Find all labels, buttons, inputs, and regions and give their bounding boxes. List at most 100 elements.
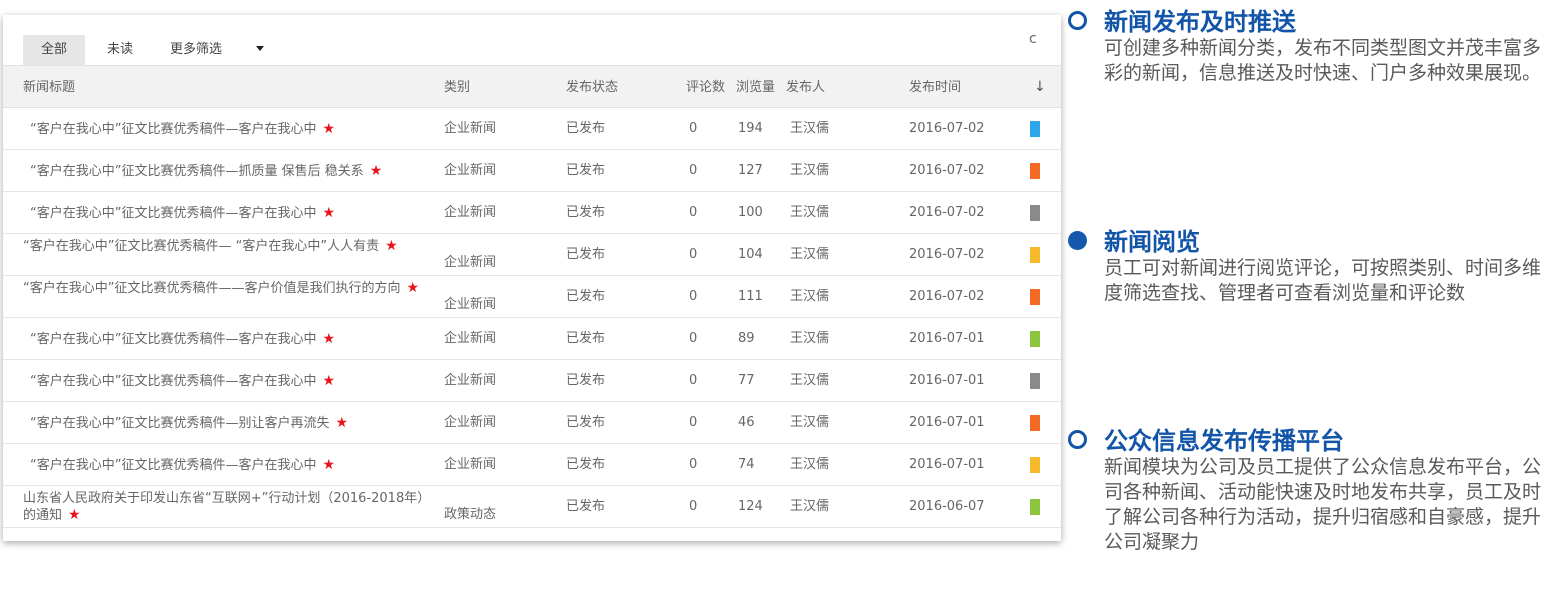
category-cell: 企业新闻 [444, 415, 497, 430]
refresh-icon[interactable]: c [1029, 31, 1037, 47]
news-title-link[interactable]: “客户在我心中”征文比赛优秀稿件—客户在我心中 ★ [30, 360, 440, 402]
category-cell: 企业新闻 [444, 457, 497, 472]
feature-description: 可创建多种新闻分类，发布不同类型图文并茂丰富多彩的新闻，信息推送及时快速、门户多… [1104, 37, 1542, 84]
views-cell: 111 [738, 289, 763, 304]
views-cell: 194 [738, 121, 763, 136]
news-title[interactable]: “客户在我心中”征文比赛优秀稿件—客户在我心中 [30, 332, 316, 347]
news-title[interactable]: “客户在我心中”征文比赛优秀稿件—抓质量 保售后 稳关系 [30, 164, 364, 179]
comments-cell: 0 [689, 163, 698, 178]
table-row[interactable]: 山东省人民政府关于印发山东省“互联网+”行动计划（2016-2018年）的通知 ★… [3, 486, 1061, 528]
news-title-link[interactable]: “客户在我心中”征文比赛优秀稿件—客户在我心中 ★ [30, 192, 440, 234]
tab-unread[interactable]: 未读 [91, 35, 149, 65]
column-author[interactable]: 发布人 [786, 66, 825, 109]
tab-more-filters[interactable]: 更多筛选 [153, 35, 239, 65]
feature-title: 新闻发布及时推送 [1104, 8, 1296, 36]
row-color-marker [1030, 331, 1040, 347]
comments-cell: 0 [689, 247, 698, 262]
feature-description: 员工可对新闻进行阅览评论，可按照类别、时间多维度筛选查找、管理者可查看浏览量和评… [1104, 257, 1542, 304]
column-date[interactable]: 发布时间 [909, 66, 961, 109]
news-title[interactable]: “客户在我心中”征文比赛优秀稿件—别让客户再流失 [30, 416, 329, 431]
row-color-marker [1030, 163, 1040, 179]
star-icon: ★ [322, 457, 336, 473]
category-cell: 企业新闻 [444, 121, 497, 136]
star-icon: ★ [406, 280, 420, 296]
news-title[interactable]: “客户在我心中”征文比赛优秀稿件— “客户在我心中”人人有责 [23, 239, 379, 254]
row-color-marker [1030, 247, 1040, 263]
tab-all[interactable]: 全部 [23, 35, 85, 65]
views-cell: 104 [738, 247, 763, 262]
column-views[interactable]: 浏览量 [736, 66, 775, 109]
table-row[interactable]: “客户在我心中”征文比赛优秀稿件—客户在我心中 ★ 企业新闻 已发布 0 74 王… [3, 444, 1061, 486]
row-color-marker [1030, 289, 1040, 305]
column-title[interactable]: 新闻标题 [23, 66, 75, 109]
views-cell: 74 [738, 457, 755, 472]
author-cell: 王汉儒 [790, 247, 830, 262]
table-row[interactable]: “客户在我心中”征文比赛优秀稿件—客户在我心中 ★ 企业新闻 已发布 0 194 … [3, 108, 1061, 150]
feature-publish: 新闻发布及时推送 可创建多种新闻分类，发布不同类型图文并茂丰富多彩的新闻，信息推… [1066, 2, 1550, 86]
comments-cell: 0 [689, 373, 698, 388]
news-table-body: “客户在我心中”征文比赛优秀稿件—客户在我心中 ★ 企业新闻 已发布 0 194 … [3, 108, 1061, 528]
news-title-link[interactable]: “客户在我心中”征文比赛优秀稿件—客户在我心中 ★ [30, 444, 440, 486]
filter-toolbar: 全部 未读 更多筛选 c [3, 15, 1061, 65]
category-cell: 政策动态 [444, 507, 497, 522]
circle-bullet-icon [1068, 231, 1087, 250]
news-title-link[interactable]: “客户在我心中”征文比赛优秀稿件—别让客户再流失 ★ [30, 402, 440, 444]
news-title-link[interactable]: “客户在我心中”征文比赛优秀稿件—客户在我心中 ★ [30, 318, 440, 360]
status-cell: 已发布 [566, 331, 606, 346]
feature-description: 新闻模块为公司及员工提供了公众信息发布平台，公司各种新闻、活动能快速及时地发布共… [1104, 456, 1542, 553]
news-title[interactable]: “客户在我心中”征文比赛优秀稿件—客户在我心中 [30, 206, 316, 221]
star-icon: ★ [322, 373, 336, 389]
sort-icon[interactable]: ↓ [1034, 66, 1046, 109]
star-icon: ★ [385, 238, 398, 254]
author-cell: 王汉儒 [790, 121, 830, 136]
news-title[interactable]: “客户在我心中”征文比赛优秀稿件—客户在我心中 [30, 122, 316, 137]
star-icon: ★ [335, 415, 349, 431]
star-icon: ★ [322, 121, 336, 137]
news-title-link[interactable]: “客户在我心中”征文比赛优秀稿件— “客户在我心中”人人有责 ★ [23, 234, 443, 276]
column-category[interactable]: 类别 [444, 66, 470, 109]
news-title-link[interactable]: “客户在我心中”征文比赛优秀稿件——客户价值是我们执行的方向 ★ [23, 276, 443, 318]
news-title[interactable]: “客户在我心中”征文比赛优秀稿件—客户在我心中 [30, 458, 316, 473]
star-icon: ★ [369, 163, 383, 179]
comments-cell: 0 [689, 289, 698, 304]
table-row[interactable]: “客户在我心中”征文比赛优秀稿件—抓质量 保售后 稳关系 ★ 企业新闻 已发布 0… [3, 150, 1061, 192]
author-cell: 王汉儒 [790, 331, 830, 346]
author-cell: 王汉儒 [790, 457, 830, 472]
news-title-link[interactable]: “客户在我心中”征文比赛优秀稿件—抓质量 保售后 稳关系 ★ [30, 150, 440, 192]
table-row[interactable]: “客户在我心中”征文比赛优秀稿件—客户在我心中 ★ 企业新闻 已发布 0 89 王… [3, 318, 1061, 360]
table-row[interactable]: “客户在我心中”征文比赛优秀稿件—客户在我心中 ★ 企业新闻 已发布 0 100 … [3, 192, 1061, 234]
date-cell: 2016-07-01 [909, 373, 985, 388]
views-cell: 100 [738, 205, 763, 220]
status-cell: 已发布 [566, 373, 606, 388]
news-title[interactable]: “客户在我心中”征文比赛优秀稿件—客户在我心中 [30, 374, 316, 389]
author-cell: 王汉儒 [790, 373, 830, 388]
status-cell: 已发布 [566, 247, 606, 262]
status-cell: 已发布 [566, 163, 606, 178]
chevron-down-icon[interactable] [256, 46, 264, 51]
news-title-link[interactable]: “客户在我心中”征文比赛优秀稿件—客户在我心中 ★ [30, 108, 440, 150]
table-row[interactable]: “客户在我心中”征文比赛优秀稿件——客户价值是我们执行的方向 ★ 企业新闻 已发布… [3, 276, 1061, 318]
star-icon: ★ [322, 205, 336, 221]
news-title-link[interactable]: 山东省人民政府关于印发山东省“互联网+”行动计划（2016-2018年）的通知 ★ [23, 486, 443, 528]
feature-public-platform: 公众信息发布传播平台 新闻模块为公司及员工提供了公众信息发布平台，公司各种新闻、… [1066, 421, 1550, 555]
status-cell: 已发布 [566, 205, 606, 220]
feature-title: 新闻阅览 [1104, 228, 1200, 256]
circle-bullet-icon [1068, 430, 1087, 449]
category-cell: 企业新闻 [444, 373, 497, 388]
date-cell: 2016-07-01 [909, 415, 985, 430]
date-cell: 2016-07-01 [909, 457, 985, 472]
views-cell: 124 [738, 499, 763, 514]
author-cell: 王汉儒 [790, 499, 830, 514]
table-row[interactable]: “客户在我心中”征文比赛优秀稿件—别让客户再流失 ★ 企业新闻 已发布 0 46 … [3, 402, 1061, 444]
star-icon: ★ [322, 331, 336, 347]
news-title[interactable]: “客户在我心中”征文比赛优秀稿件——客户价值是我们执行的方向 [23, 281, 400, 296]
views-cell: 89 [738, 331, 755, 346]
news-title[interactable]: 山东省人民政府关于印发山东省“互联网+”行动计划（2016-2018年）的通知 [23, 491, 430, 523]
status-cell: 已发布 [566, 499, 606, 514]
circle-bullet-icon [1068, 11, 1087, 30]
table-row[interactable]: “客户在我心中”征文比赛优秀稿件— “客户在我心中”人人有责 ★ 企业新闻 已发布… [3, 234, 1061, 276]
table-row[interactable]: “客户在我心中”征文比赛优秀稿件—客户在我心中 ★ 企业新闻 已发布 0 77 王… [3, 360, 1061, 402]
status-cell: 已发布 [566, 121, 606, 136]
column-comments[interactable]: 评论数 [686, 66, 725, 109]
column-status[interactable]: 发布状态 [566, 66, 618, 109]
